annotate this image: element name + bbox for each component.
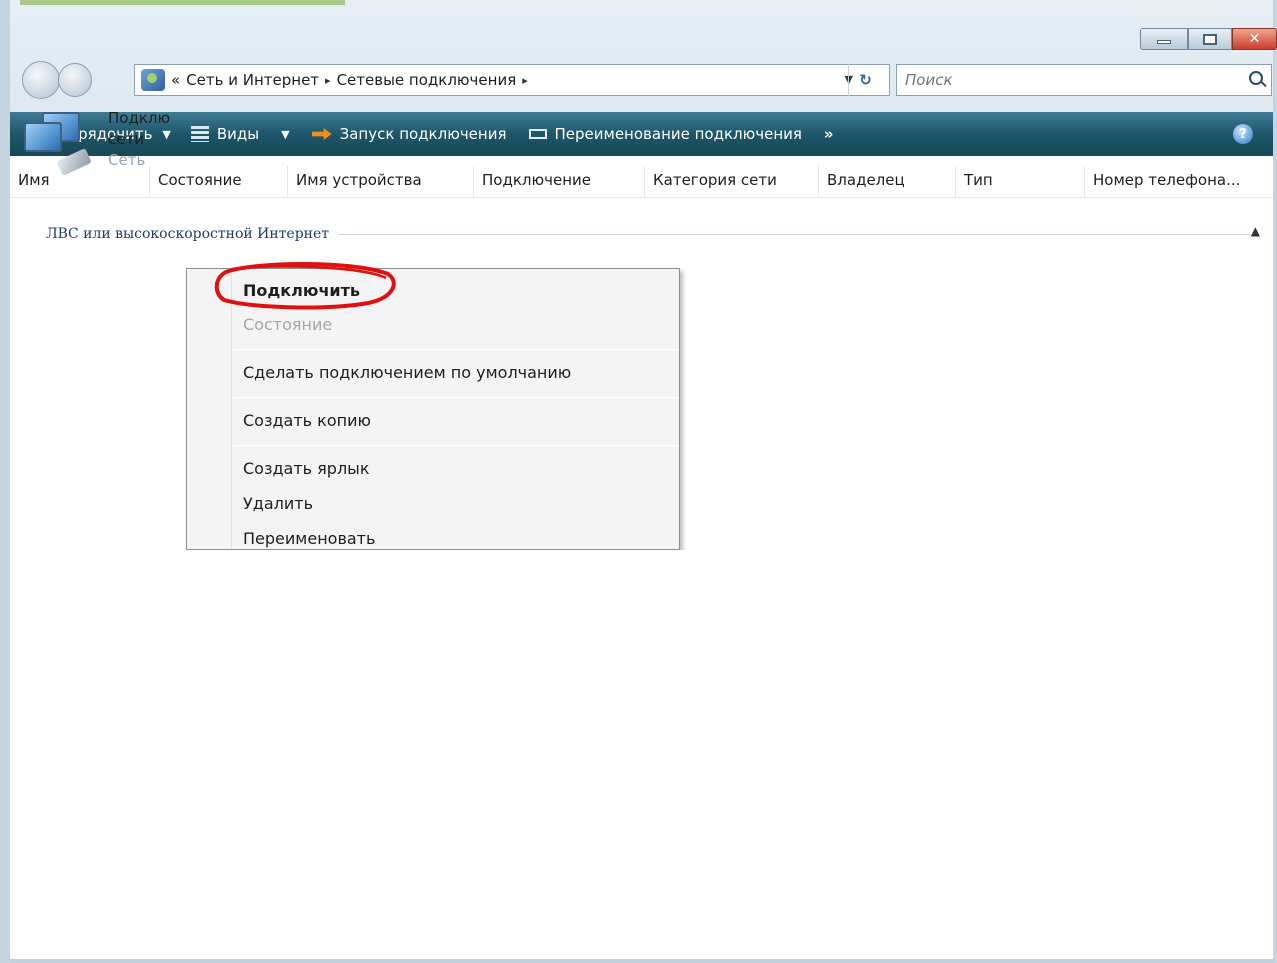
breadcrumb-network-internet[interactable]: Сеть и Интернет [186,71,319,89]
breadcrumb-network-connections[interactable]: Сетевые подключения [337,71,517,89]
menu-separator [233,445,679,446]
rename-connection-label: Переименование подключения [554,125,802,143]
connection-network-label: Сеть [108,151,146,169]
menu-separator [233,397,679,398]
navigation-row: « Сеть и Интернет ▸ Сетевые подключения … [22,58,1272,102]
monitor-icon [24,122,62,152]
column-header-device-name[interactable]: Имя устройства [288,166,474,198]
network-connection-item[interactable]: Подклю сети Сеть [108,108,188,171]
connection-name-line1: Подклю [108,109,171,127]
menu-item-set-default[interactable]: Сделать подключением по умолчанию [243,363,571,382]
group-divider [339,233,1256,235]
launch-connection-button[interactable]: Запуск подключения [311,125,507,143]
command-bar: Упорядочить ▼ Виды ▼ Запуск подключения … [10,112,1273,156]
taskbar-accent [20,0,345,5]
context-menu: Подключить Состояние Сделать подключение… [186,268,680,550]
search-input[interactable] [905,71,1225,89]
column-header-owner[interactable]: Владелец [819,166,956,198]
close-icon: ✕ [1248,31,1261,47]
group-label: ЛВС или высокоскоростной Интернет [46,226,330,242]
back-button[interactable] [22,61,60,99]
close-button[interactable]: ✕ [1232,28,1277,50]
column-header-phone-number[interactable]: Номер телефона... [1085,166,1273,198]
minimize-button[interactable] [1140,28,1188,50]
highlight-annotation [214,262,396,310]
connection-name-line2: сети [108,130,144,148]
address-overflow[interactable]: « [171,71,180,89]
menu-separator [233,349,679,350]
address-bar[interactable]: « Сеть и Интернет ▸ Сетевые подключения … [134,64,890,96]
chevron-down-icon: ▼ [281,127,290,141]
cable-plug-icon [56,147,92,177]
breadcrumb-separator-icon[interactable]: ▸ [325,74,331,87]
column-header-network-category[interactable]: Категория сети [645,166,819,198]
column-headers: Имя Состояние Имя устройства Подключение… [10,166,1273,198]
forward-button[interactable] [58,63,92,97]
search-box[interactable] [896,64,1272,96]
menu-item-create-shortcut[interactable]: Создать ярлык [243,459,369,478]
menu-item-status: Состояние [243,315,333,334]
breadcrumb-separator-icon[interactable]: ▸ [522,74,528,87]
refresh-icon: ↻ [859,71,872,89]
minimize-icon [1157,40,1171,44]
network-folder-icon [141,69,165,91]
arrow-right-icon [311,128,332,140]
network-connection-icon[interactable] [22,112,92,182]
launch-connection-label: Запуск подключения [339,125,507,143]
more-commands-button[interactable]: » [824,125,834,143]
menu-gutter [231,269,232,549]
search-icon[interactable] [1249,71,1263,85]
refresh-button[interactable]: ↻ [848,64,882,96]
views-label: Виды [216,125,260,143]
collapse-chevron-icon[interactable]: ▲ [1251,224,1260,238]
help-icon[interactable]: ? [1233,124,1253,144]
column-header-connectivity[interactable]: Подключение [474,166,645,198]
white-overlay [133,550,780,634]
menu-item-delete[interactable]: Удалить [243,494,313,513]
menu-item-create-copy[interactable]: Создать копию [243,411,371,430]
rename-connection-button[interactable]: Переименование подключения [528,125,802,143]
maximize-button[interactable] [1188,28,1232,50]
column-header-type[interactable]: Тип [956,166,1085,198]
group-header[interactable]: ЛВС или высокоскоростной Интернет ▲ [46,224,1260,242]
maximize-icon [1203,33,1217,45]
views-icon [190,126,209,142]
menu-item-rename[interactable]: Переименовать [243,529,375,548]
views-button[interactable]: Виды ▼ [190,125,290,143]
rename-icon [528,129,547,139]
